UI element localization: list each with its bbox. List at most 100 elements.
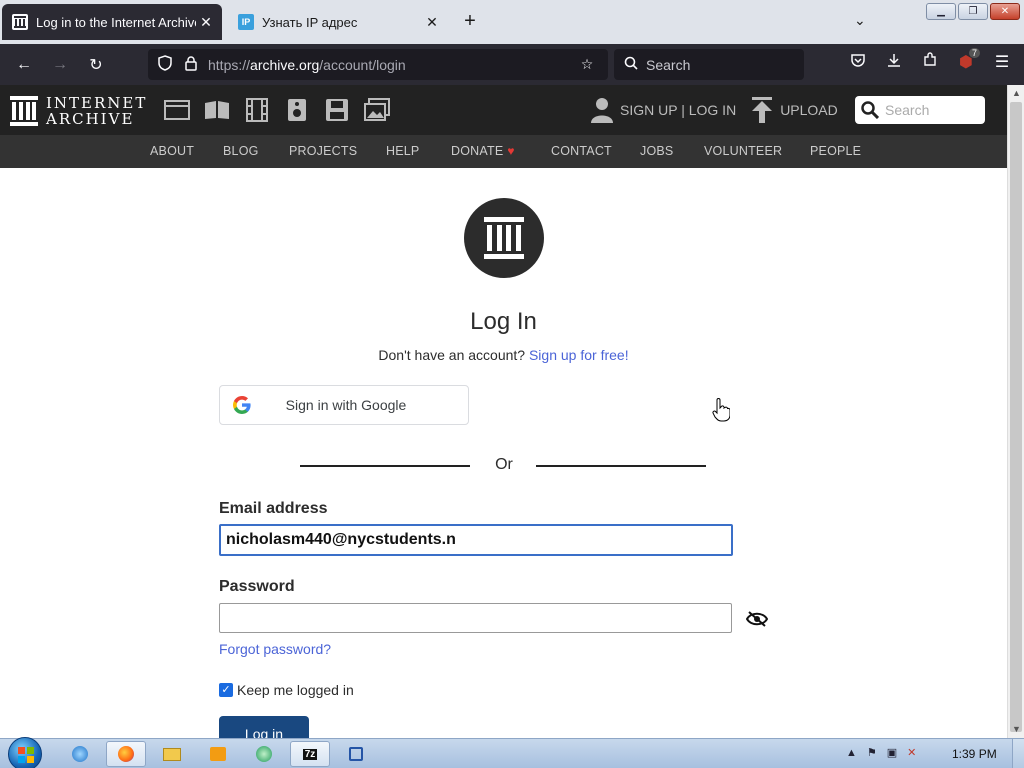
search-icon bbox=[861, 101, 879, 119]
volume-muted-icon[interactable]: ✕ bbox=[907, 746, 916, 759]
or-text: Or bbox=[495, 456, 513, 473]
minimize-button[interactable]: ▁ bbox=[926, 3, 956, 20]
start-button[interactable] bbox=[8, 737, 42, 768]
archive-wordmark: INTERNET ARCHIVE bbox=[46, 94, 148, 128]
upload-arrow-icon bbox=[752, 97, 773, 123]
toolbar-right: ⬢ 7 ☰ bbox=[840, 48, 1020, 73]
heart-icon: ♥ bbox=[507, 144, 515, 158]
ie-icon[interactable] bbox=[60, 741, 100, 767]
person-icon bbox=[591, 98, 613, 123]
password-label: Password bbox=[219, 578, 295, 595]
internet-archive-logo[interactable]: INTERNET ARCHIVE bbox=[10, 95, 147, 127]
search-placeholder: Search bbox=[646, 56, 691, 73]
nav-people[interactable]: PEOPLE bbox=[810, 144, 861, 158]
scroll-down-arrow-icon[interactable]: ▼ bbox=[1008, 721, 1024, 738]
tab-close-icon[interactable]: ✕ bbox=[196, 14, 216, 31]
show-desktop-button[interactable] bbox=[1012, 739, 1024, 768]
pocket-icon[interactable] bbox=[840, 52, 876, 73]
nav-projects[interactable]: PROJECTS bbox=[289, 144, 357, 158]
scrollbar-thumb[interactable] bbox=[1010, 102, 1022, 732]
archive-sub-nav: ABOUT BLOG PROJECTS HELP DONATE ♥ CONTACT… bbox=[0, 135, 1007, 168]
extensions-puzzle-icon[interactable] bbox=[912, 52, 948, 73]
nav-about[interactable]: ABOUT bbox=[150, 144, 194, 158]
extension-badge-count: 7 bbox=[968, 48, 980, 58]
ip-favicon-icon: IP bbox=[238, 14, 254, 30]
web-icon[interactable] bbox=[164, 98, 190, 122]
keep-logged-in-option[interactable]: ✓ Keep me logged in bbox=[219, 682, 354, 698]
nav-help[interactable]: HELP bbox=[386, 144, 419, 158]
signup-link[interactable]: Sign up for free! bbox=[529, 347, 629, 363]
page-title: Log In bbox=[470, 308, 537, 335]
keep-logged-in-checkbox[interactable]: ✓ bbox=[219, 683, 233, 697]
keep-logged-in-label: Keep me logged in bbox=[237, 682, 354, 698]
url-text: https://archive.org/account/login bbox=[208, 56, 406, 73]
upload-link[interactable]: UPLOAD bbox=[780, 102, 838, 118]
hamburger-menu-icon[interactable]: ☰ bbox=[984, 52, 1020, 73]
explorer-icon[interactable] bbox=[152, 741, 192, 767]
divider-line-right bbox=[536, 465, 706, 467]
tab-close-icon[interactable]: ✕ bbox=[422, 14, 442, 31]
system-tray: ▲ ⚑ ▣ ✕ bbox=[846, 746, 916, 760]
display-icon[interactable]: ▣ bbox=[887, 746, 897, 759]
divider-line-left bbox=[300, 465, 470, 467]
windows-logo-icon bbox=[18, 747, 34, 763]
back-arrow-icon[interactable]: ← bbox=[6, 56, 42, 74]
google-button-label: Sign in with Google bbox=[285, 397, 407, 413]
browser-nav-bar: ← → ↻ https://archive.org/account/login … bbox=[0, 44, 1024, 85]
browser-search-bar[interactable]: Search bbox=[614, 49, 804, 80]
url-bar[interactable]: https://archive.org/account/login ☆ bbox=[148, 49, 608, 80]
window-controls: ▁ ❐ ✕ bbox=[926, 3, 1020, 20]
email-label: Email address bbox=[219, 500, 328, 517]
archive-favicon-icon bbox=[12, 14, 28, 30]
new-tab-button[interactable]: + bbox=[458, 10, 482, 33]
scroll-up-arrow-icon[interactable]: ▲ bbox=[1008, 85, 1024, 102]
google-g-icon bbox=[233, 396, 251, 414]
search-icon bbox=[624, 56, 638, 73]
nav-contact[interactable]: CONTACT bbox=[551, 144, 612, 158]
list-all-tabs-chevron-icon[interactable]: ⌄ bbox=[854, 12, 866, 29]
texts-icon[interactable] bbox=[204, 98, 230, 122]
google-signin-button[interactable]: Sign in with Google bbox=[219, 385, 469, 425]
close-window-button[interactable]: ✕ bbox=[990, 3, 1020, 20]
password-field[interactable] bbox=[219, 603, 732, 633]
forward-arrow-icon[interactable]: → bbox=[42, 56, 78, 74]
software-icon[interactable] bbox=[324, 98, 350, 122]
nav-donate[interactable]: DONATE ♥ bbox=[451, 144, 515, 158]
archive-account-actions: SIGN UP | LOG IN UPLOAD bbox=[590, 97, 838, 123]
page-scrollbar[interactable]: ▲ ▼ bbox=[1007, 85, 1024, 738]
archive-search-input[interactable]: Search bbox=[855, 96, 985, 124]
signup-login-link[interactable]: SIGN UP | LOG IN bbox=[620, 102, 736, 118]
tab-ip-address[interactable]: IP Узнать IP адрес ✕ bbox=[228, 4, 448, 40]
video-icon[interactable] bbox=[244, 98, 270, 122]
archive-logo-circle bbox=[464, 198, 544, 278]
action-center-flag-icon[interactable]: ⚑ bbox=[867, 746, 877, 759]
network-icon[interactable] bbox=[244, 741, 284, 767]
images-icon[interactable] bbox=[364, 98, 390, 122]
app-icon[interactable] bbox=[336, 741, 376, 767]
audio-icon[interactable] bbox=[284, 98, 310, 122]
email-field[interactable] bbox=[219, 524, 733, 556]
taskbar-clock[interactable]: 1:39 PM bbox=[952, 747, 997, 761]
ublock-extension-icon[interactable]: ⬢ 7 bbox=[948, 48, 984, 73]
nav-volunteer[interactable]: VOLUNTEER bbox=[704, 144, 782, 158]
show-hidden-icons-arrow-icon[interactable]: ▲ bbox=[846, 747, 857, 759]
7zip-icon[interactable]: 7z bbox=[290, 741, 330, 767]
downloads-icon[interactable] bbox=[876, 52, 912, 73]
nav-blog[interactable]: BLOG bbox=[223, 144, 259, 158]
windows-taskbar: 7z ▲ ⚑ ▣ ✕ 1:39 PM bbox=[0, 737, 1024, 768]
bookmark-star-icon[interactable]: ☆ bbox=[574, 56, 600, 73]
firefox-icon[interactable] bbox=[106, 741, 146, 767]
reload-icon[interactable]: ↻ bbox=[78, 55, 114, 75]
nav-jobs[interactable]: JOBS bbox=[640, 144, 673, 158]
browser-tab-strip: Log in to the Internet Archive ✕ IP Узна… bbox=[0, 0, 1024, 44]
tracking-shield-icon[interactable] bbox=[152, 55, 178, 74]
or-divider: Or bbox=[300, 456, 707, 476]
mouse-pointer-hand-icon bbox=[712, 398, 730, 422]
tab-title: Узнать IP адрес bbox=[262, 14, 358, 30]
media-player-icon[interactable] bbox=[198, 741, 238, 767]
tab-archive-login[interactable]: Log in to the Internet Archive ✕ bbox=[2, 4, 222, 40]
lock-icon[interactable] bbox=[178, 55, 204, 74]
show-password-eye-icon[interactable] bbox=[746, 610, 768, 628]
forgot-password-link[interactable]: Forgot password? bbox=[219, 641, 331, 657]
restore-button[interactable]: ❐ bbox=[958, 3, 988, 20]
